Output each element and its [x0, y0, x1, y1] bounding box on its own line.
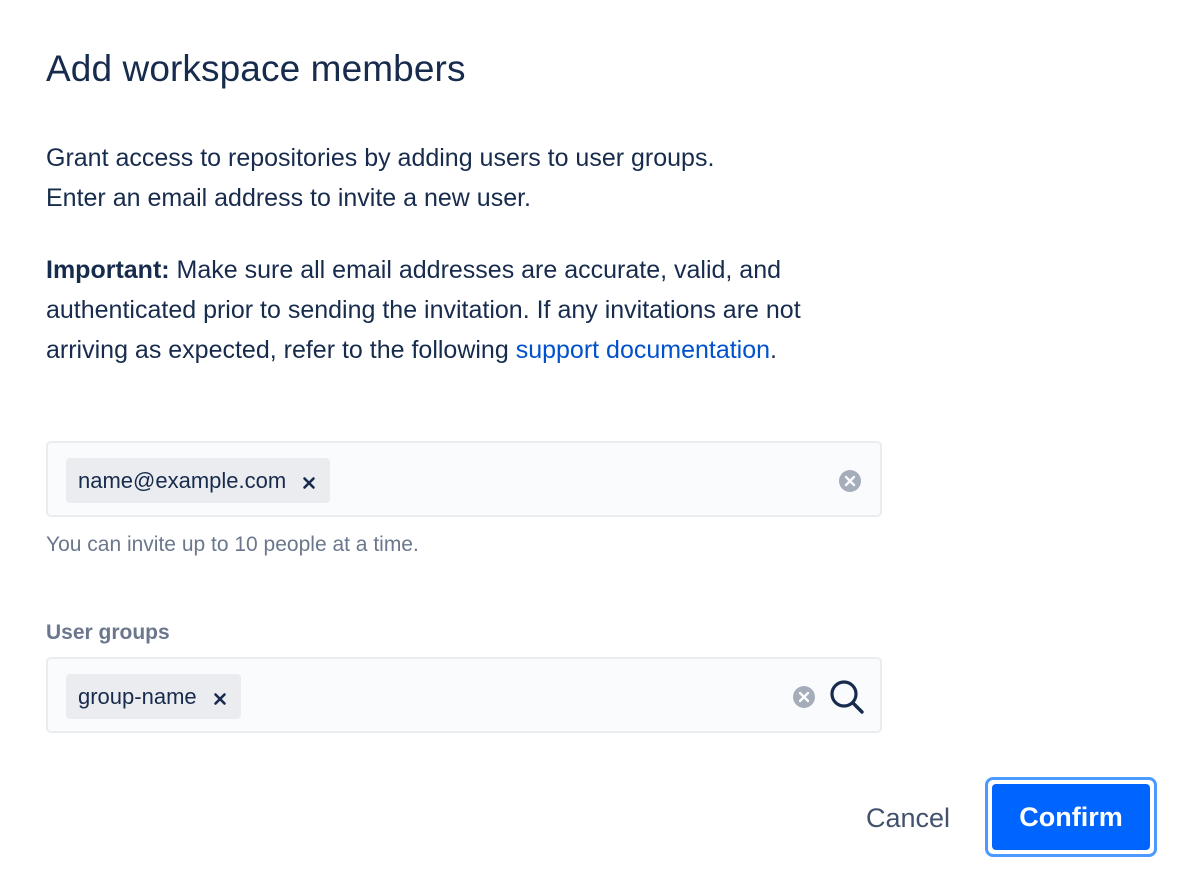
important-notice: Important: Make sure all email addresses… — [46, 250, 886, 370]
email-tag-remove-icon[interactable] — [300, 472, 318, 490]
user-groups-input[interactable]: group-name — [46, 657, 882, 733]
confirm-button[interactable]: Confirm — [992, 784, 1150, 850]
group-tag: group-name — [66, 674, 241, 719]
add-members-dialog: Add workspace members Grant access to re… — [0, 0, 1196, 896]
important-label: Important: — [46, 256, 170, 284]
group-tag-label: group-name — [78, 683, 197, 709]
user-groups-label: User groups — [46, 621, 170, 644]
important-end: . — [770, 336, 777, 364]
email-tag: name@example.com — [66, 458, 331, 503]
group-tag-remove-icon[interactable] — [211, 688, 229, 706]
email-input[interactable]: name@example.com — [46, 441, 882, 517]
intro-text: Grant access to repositories by adding u… — [46, 138, 886, 218]
cancel-button[interactable]: Cancel — [846, 790, 970, 846]
search-icon[interactable] — [828, 678, 866, 716]
intro-line-2: Enter an email address to invite a new u… — [46, 184, 531, 212]
email-helper-text: You can invite up to 10 people at a time… — [46, 533, 419, 556]
groups-clear-icon[interactable] — [792, 685, 816, 709]
intro-line-1: Grant access to repositories by adding u… — [46, 144, 715, 172]
email-tag-label: name@example.com — [78, 467, 287, 493]
dialog-title: Add workspace members — [46, 48, 466, 89]
email-clear-icon[interactable] — [838, 469, 862, 493]
confirm-focus-ring: Confirm — [985, 777, 1157, 857]
support-documentation-link[interactable]: support documentation — [516, 336, 770, 364]
